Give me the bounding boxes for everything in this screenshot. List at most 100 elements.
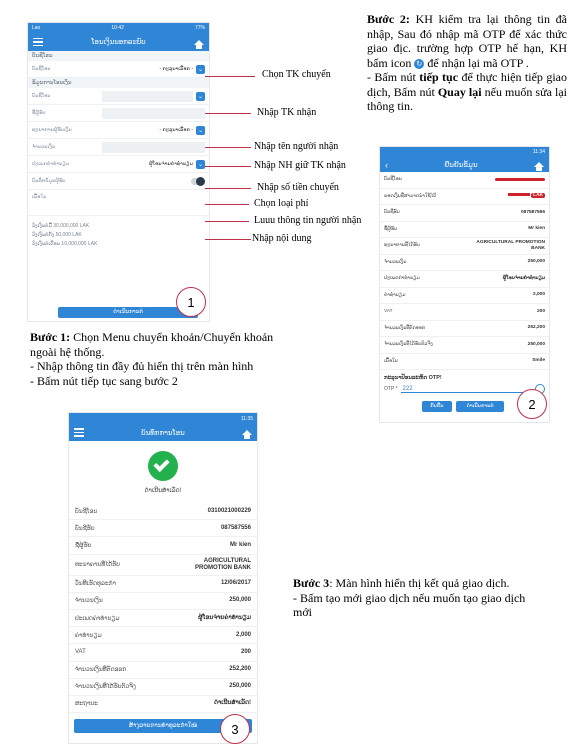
annotation-line [205, 76, 255, 77]
detail-row: ເນື້ອໃນ Smile [380, 354, 549, 370]
fee-type-select[interactable]: ປະເພດຄ່າທຳນຽມ ຜູ້ໂອນຈ່າຍຄ່າທຳນຽມ ⌄ [28, 156, 209, 173]
save-receiver-row: ບັນທຶກຂໍ້ມູນຜູ້ຮັບ [28, 173, 209, 190]
back-arrow-icon[interactable]: ‹ [385, 160, 388, 170]
row-label: ຈຳນວນເງິນທີ່ໄດ້ຮັບຕົວຈິງ [75, 684, 136, 691]
step3-title: Bước 3 [293, 576, 330, 590]
content-field[interactable]: ເນື້ອໃນ [28, 190, 209, 216]
row-label: ສະຖານະ [75, 701, 98, 708]
to-account-input[interactable] [102, 90, 193, 102]
home-icon[interactable] [241, 430, 252, 439]
step1-description: Bước 1: Chọn Menu chuyển khoản/Chuyển kh… [30, 330, 280, 388]
result-row: ທະນາຄານທີ່ໄດ້ຮັບ AGRICULTURAL PROMOTION B… [69, 555, 257, 576]
annotation-line [205, 166, 251, 167]
result-row: ວັນທີເຮັດທຸລະກຳ 12/06/2017 [69, 576, 257, 593]
annotation-line [205, 188, 251, 189]
limit-month: ວົງເງິນຕໍ່ເດືອນ 10,000,000 LAK [32, 241, 98, 247]
step1-bullet: - Nhập thông tin đầy đủ hiển thị trên mà… [30, 359, 254, 373]
row-label: ບັນຊີຮັບ [384, 210, 400, 216]
section-to: ຂໍ້ມູນການໂອນເງິນ [28, 78, 209, 88]
annotation-line [205, 147, 251, 148]
result-row: ຈຳນວນເງິນທີ່ໄດ້ຮັບຕົວຈິງ 250,000 [69, 679, 257, 696]
row-label: ປະເພດຄ່າທຳນຽມ [384, 276, 420, 282]
result-row: ຈຳນວນເງິນທີ່ຕັດອອກ 252,200 [69, 662, 257, 679]
row-label: ຈຳນວນເງິນທີ່ຕັດອອກ [384, 325, 425, 331]
row-value: AGRICULTURAL PROMOTION BANK [476, 239, 545, 251]
status-time: 10:42 [111, 25, 124, 31]
step1-title: Bước 1: [30, 330, 71, 344]
step-number-badge: 2 [517, 389, 547, 419]
field-label: ຈຳນວນເງິນ [32, 144, 56, 150]
detail-row: ບັນຊີໂອນ [380, 172, 549, 189]
chevron-down-icon[interactable]: ⌄ [196, 125, 205, 135]
row-label: ບັນຊີຮັບ [75, 525, 95, 532]
chevron-down-icon[interactable]: ⌄ [196, 64, 205, 74]
row-label: ຄ່າທຳນຽມ [384, 292, 406, 298]
annotation-label: Nhập tên người nhận [254, 141, 339, 152]
menu-icon[interactable] [33, 37, 43, 47]
row-value: ຜູ້ໂອນຈ່າຍຄ່າທຳນຽມ [198, 614, 251, 621]
redacted-mark [507, 193, 530, 197]
row-value: ຜູ້ໂອນຈ່າຍຄ່າທຳນຽມ [502, 275, 545, 281]
continue-button[interactable]: ດຳເນີນການຕໍ່ [456, 401, 504, 412]
amount-input[interactable] [102, 141, 205, 153]
row-value: 250,000 [229, 683, 251, 690]
otp-input[interactable]: 222 [400, 386, 532, 393]
to-account-field[interactable]: ບັນຊີໂອນ ⌄ [28, 88, 209, 105]
from-account-select[interactable]: ບັນຊີໂອນ - ກະລຸນາເລືອກ - ⌄ [28, 61, 209, 78]
field-label: ທະນາຄານຜູ້ຮັບເງິນ [32, 127, 72, 133]
receiver-bank-select[interactable]: ທະນາຄານຜູ້ຮັບເງິນ - ກະລຸນາເລືອກ - ⌄ [28, 122, 209, 139]
status-bar: 11:34 [380, 147, 549, 157]
annotation-line [205, 113, 251, 114]
screen-title: ໂອນເງິນນອກລະບົບ [91, 39, 146, 46]
detail-row: ປະເພດຄ່າທຳນຽມ ຜູ້ໂອນຈ່າຍຄ່າທຳນຽມ [380, 271, 549, 288]
status-time: 11:34 [532, 149, 545, 155]
detail-row: ບັນຊີຮັບ 087587556 [380, 205, 549, 222]
row-label: ບັນຊີໂອນ [75, 508, 98, 515]
row-value: 0310021000229 [207, 507, 251, 514]
chevron-down-icon[interactable]: ⌄ [196, 91, 205, 101]
row-value: 200 [240, 648, 251, 655]
annotation-label: Chọn TK chuyển [262, 69, 331, 80]
row-label: ຊື່ຜູ້ຮັບ [384, 226, 398, 232]
row-value: 250,000 [229, 597, 251, 604]
step3-description: Bước 3: Màn hình hiển thị kết quả giao d… [293, 576, 543, 620]
receiver-name-input[interactable] [102, 107, 205, 119]
step1-bullet: - Bấm nút tiếp tục sang bước 2 [30, 373, 178, 388]
row-label: ເນື້ອໃນ [384, 358, 398, 364]
redacted-value [495, 178, 545, 182]
result-row: ບັນຊີຮັບ 087587556 [69, 520, 257, 538]
row-label: ທະນາຄານທີ່ໄດ້ຮັບ [75, 562, 120, 569]
row-value: AGRICULTURAL PROMOTION BANK [195, 557, 251, 571]
row-label: ຈຳນວນເງິນທີ່ຕັດອອກ [75, 667, 127, 674]
receiver-name-field[interactable]: ຊື່ຜູ້ຮັບ [28, 105, 209, 122]
home-icon[interactable] [194, 39, 204, 49]
title-bar: ໂອນເງິນນອກລະບົບ [28, 33, 209, 51]
result-row: ສະຖານະ ດຳເນີນສຳເລັດ! [69, 696, 257, 714]
row-value: Mr kien [528, 226, 545, 232]
row-value: 2,000 [532, 292, 545, 298]
row-label: ທະນາຄານທີ່ໄດ້ຮັບ [384, 243, 420, 249]
back-button[interactable]: ກັບຄືນ [422, 401, 452, 412]
screen-title: ບັນທຶກການໂອນ [141, 429, 185, 437]
result-row: ຈຳນວນເງິນ 250,000 [69, 593, 257, 610]
screen-title: ຢືນຢັນຂໍ້ມູນ [444, 161, 478, 169]
detail-row: ຈຳນວນເງິນ 250,000 [380, 255, 549, 271]
step2-bullet: - Bấm nút [367, 70, 420, 84]
phone-screen-step3: 11:35 ບັນທຶກການໂອນ ດຳເນີນສຳເລັດ! ບັນຊີໂອ… [68, 412, 258, 744]
check-circle-icon [148, 451, 178, 481]
save-receiver-toggle[interactable] [191, 176, 205, 186]
step-number-badge: 1 [176, 287, 206, 317]
chevron-down-icon[interactable]: ⌄ [196, 159, 205, 169]
success-icon-wrap [69, 441, 257, 481]
limit-day: ວົງເງິນຕໍ່ມື້ 30,000,000 LAK [32, 223, 90, 229]
detail-row: ທະນາຄານທີ່ໄດ້ຮັບ AGRICULTURAL PROMOTION B… [380, 238, 549, 255]
receiver-bank-value: - ກະລຸນາເລືອກ - [159, 127, 194, 133]
row-label: VAT [75, 649, 86, 656]
amount-field[interactable]: ຈຳນວນເງິນ [28, 139, 209, 156]
menu-icon[interactable] [74, 428, 84, 437]
limit-once: ວົງເງິນຕໍ່ຄັ້ງ 50,000 LAK [32, 232, 82, 238]
row-label: ວັນທີເຮັດທຸລະກຳ [75, 581, 116, 588]
row-label: ຈຳນວນເງິນທີ່ໄດ້ຮັບຕົວຈິງ [384, 342, 433, 348]
home-icon[interactable] [534, 162, 544, 171]
annotation-line [205, 221, 249, 222]
